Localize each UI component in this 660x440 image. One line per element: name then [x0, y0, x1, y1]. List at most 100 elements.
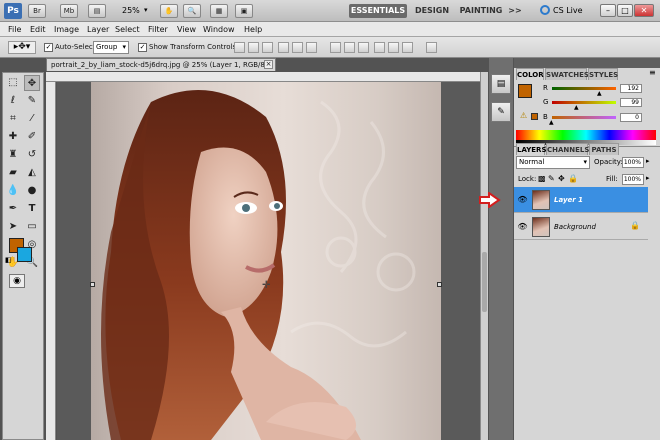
- lasso-tool-icon[interactable]: ℓ: [5, 93, 21, 109]
- minimize-button[interactable]: –: [600, 4, 616, 17]
- transform-handle-right[interactable]: [437, 282, 442, 287]
- tab-styles[interactable]: STYLES: [588, 68, 618, 80]
- zoom-dropdown-icon[interactable]: ▾: [144, 6, 148, 14]
- menu-view[interactable]: View: [177, 22, 196, 37]
- tab-paths[interactable]: PATHS: [589, 143, 619, 155]
- menu-select[interactable]: Select: [115, 22, 140, 37]
- background-color-swatch[interactable]: [17, 247, 32, 262]
- workspace-design[interactable]: DESIGN: [412, 4, 452, 18]
- opacity-input[interactable]: 100%: [622, 157, 644, 168]
- align-top-icon[interactable]: [234, 42, 245, 53]
- arrange-documents-button[interactable]: ▦: [210, 4, 228, 18]
- more-workspaces-icon[interactable]: >>: [508, 4, 522, 18]
- channel-g-thumb[interactable]: ▲: [574, 104, 579, 111]
- history-brush-tool-icon[interactable]: ↺: [24, 147, 40, 163]
- dodge-tool-icon[interactable]: ●: [24, 183, 40, 199]
- layer-name[interactable]: Layer 1: [554, 195, 583, 205]
- screen-mode-button[interactable]: ▣: [235, 4, 253, 18]
- color-panel-foreground[interactable]: [518, 84, 532, 98]
- channel-r-slider[interactable]: [552, 87, 616, 90]
- gamut-warning-icon[interactable]: ⚠: [520, 111, 527, 120]
- lock-position-icon[interactable]: ✥: [558, 174, 565, 183]
- eyedropper-tool-icon[interactable]: ⁄: [24, 111, 40, 127]
- channel-g-slider[interactable]: [552, 101, 616, 104]
- align-left-icon[interactable]: [278, 42, 289, 53]
- align-vcenter-icon[interactable]: [248, 42, 259, 53]
- cs-live-icon[interactable]: [540, 5, 550, 15]
- view-extras-button[interactable]: ▤: [88, 4, 106, 18]
- tab-swatches[interactable]: SWATCHES: [545, 68, 589, 80]
- document-tab[interactable]: portrait_2_by_liam_stock-d5j6drq.jpg @ 2…: [46, 58, 276, 71]
- channel-b-slider[interactable]: [552, 116, 616, 119]
- gamut-swatch[interactable]: [531, 113, 538, 120]
- eraser-tool-icon[interactable]: ▰: [5, 165, 21, 181]
- menu-image[interactable]: Image: [54, 22, 79, 37]
- blur-tool-icon[interactable]: 💧: [5, 183, 21, 199]
- channel-b-value[interactable]: 0: [620, 113, 642, 122]
- crop-tool-icon[interactable]: ⌗: [5, 111, 21, 127]
- distribute-right-icon[interactable]: [402, 42, 413, 53]
- channel-r-value[interactable]: 192: [620, 84, 642, 93]
- properties-panel-icon[interactable]: ✎: [491, 102, 511, 122]
- marquee-tool-icon[interactable]: ⬚: [5, 75, 21, 91]
- brush-tool-icon[interactable]: ✐: [24, 129, 40, 145]
- fill-input[interactable]: 100%: [622, 174, 644, 185]
- menu-file[interactable]: File: [8, 22, 21, 37]
- scroll-thumb[interactable]: [482, 252, 487, 312]
- menu-layer[interactable]: Layer: [87, 22, 109, 37]
- visibility-eye-icon[interactable]: 👁: [517, 222, 528, 232]
- distribute-bottom-icon[interactable]: [358, 42, 369, 53]
- layer-row-layer-1[interactable]: 👁 Layer 1: [514, 187, 648, 213]
- shape-tool-icon[interactable]: ▭: [24, 219, 40, 235]
- channel-b-thumb[interactable]: ▲: [549, 119, 554, 126]
- vertical-scrollbar[interactable]: [480, 72, 488, 440]
- zoom-tool-icon[interactable]: 🔍: [183, 4, 201, 18]
- tab-color[interactable]: COLOR: [516, 68, 544, 80]
- canvas-area[interactable]: ✛: [57, 82, 480, 440]
- channel-r-thumb[interactable]: ▲: [597, 90, 602, 97]
- bridge-button[interactable]: Br: [28, 4, 46, 18]
- quick-mask-icon[interactable]: ◉: [9, 274, 25, 288]
- auto-select-checkbox[interactable]: ✓: [44, 43, 53, 52]
- align-hcenter-icon[interactable]: [292, 42, 303, 53]
- show-transform-checkbox[interactable]: ✓: [138, 43, 147, 52]
- menu-window[interactable]: Window: [203, 22, 235, 37]
- distribute-hcenter-icon[interactable]: [388, 42, 399, 53]
- move-tool-icon[interactable]: ✥: [24, 75, 40, 91]
- tab-channels[interactable]: CHANNELS: [546, 143, 589, 155]
- path-selection-tool-icon[interactable]: ➤: [5, 219, 21, 235]
- color-spectrum-ramp[interactable]: [516, 130, 656, 140]
- distribute-left-icon[interactable]: [374, 42, 385, 53]
- zoom-level[interactable]: 25%: [122, 6, 140, 15]
- close-document-icon[interactable]: ×: [264, 60, 273, 69]
- lock-all-icon[interactable]: 🔒: [568, 174, 578, 183]
- workspace-painting[interactable]: PAINTING: [458, 4, 504, 18]
- paint-bucket-tool-icon[interactable]: ◭: [24, 165, 40, 181]
- menu-filter[interactable]: Filter: [148, 22, 168, 37]
- menu-help[interactable]: Help: [244, 22, 262, 37]
- lock-image-icon[interactable]: ✎: [548, 174, 555, 183]
- auto-align-layers-icon[interactable]: [426, 42, 437, 53]
- opacity-arrow-icon[interactable]: ▸: [646, 157, 650, 165]
- menu-edit[interactable]: Edit: [30, 22, 46, 37]
- tool-preset-picker[interactable]: ▸✥▾: [8, 41, 36, 54]
- pen-tool-icon[interactable]: ✒: [5, 201, 21, 217]
- panel-menu-icon[interactable]: ≡: [649, 68, 656, 77]
- channel-g-value[interactable]: 99: [620, 98, 642, 107]
- blend-mode-dropdown[interactable]: Normal ▾: [516, 156, 590, 169]
- workspace-essentials[interactable]: ESSENTIALS: [349, 4, 407, 18]
- hand-tool-icon[interactable]: ✋: [160, 4, 178, 18]
- fill-arrow-icon[interactable]: ▸: [646, 174, 650, 182]
- default-colors-icon[interactable]: ◧: [5, 256, 12, 264]
- tab-layers[interactable]: LAYERS: [516, 143, 547, 155]
- transform-center-icon[interactable]: ✛: [262, 280, 270, 291]
- type-tool-icon[interactable]: T: [24, 201, 40, 217]
- quick-selection-tool-icon[interactable]: ✎: [24, 93, 40, 109]
- align-bottom-icon[interactable]: [262, 42, 273, 53]
- history-panel-icon[interactable]: ▤: [491, 74, 511, 94]
- cs-live-label[interactable]: CS Live: [553, 6, 583, 16]
- visibility-eye-icon[interactable]: 👁: [517, 195, 528, 205]
- align-right-icon[interactable]: [306, 42, 317, 53]
- clone-stamp-tool-icon[interactable]: ♜: [5, 147, 21, 163]
- layer-row-background[interactable]: 👁 Background 🔒: [514, 214, 648, 240]
